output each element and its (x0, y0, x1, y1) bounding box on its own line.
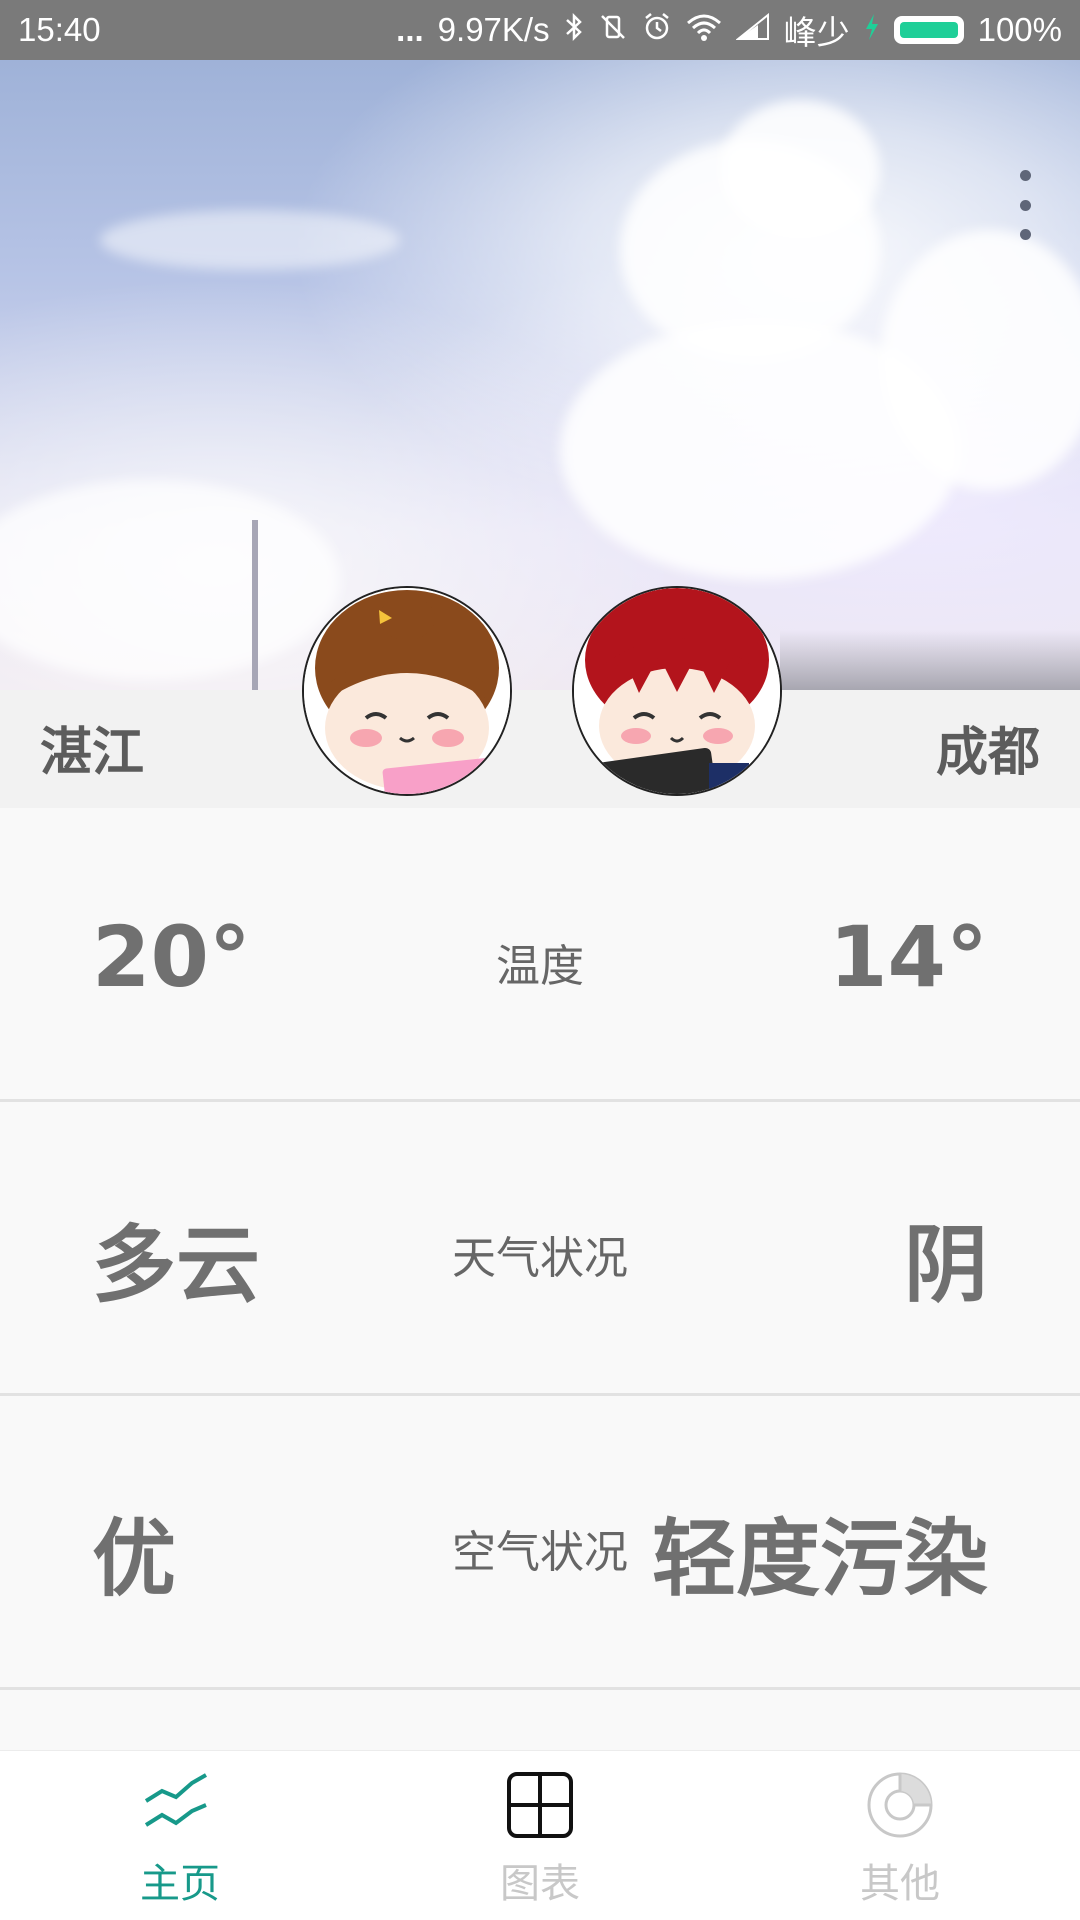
air-quality-label: 空气状况 (452, 1527, 628, 1578)
charging-bolt-icon (864, 13, 880, 47)
tab-other-label: 其他 (860, 1861, 940, 1907)
battery-icon (893, 16, 964, 44)
trend-lines-icon (144, 1773, 207, 1827)
tab-home[interactable]: 主页 (0, 1751, 360, 1920)
status-icons: ... 9.97K/s 峰少 100% (396, 6, 1062, 54)
right-weather: 阴 (903, 1216, 988, 1314)
right-temperature: 14° (829, 908, 988, 1006)
carrier-label: 峰少 (783, 14, 850, 51)
boy-avatar[interactable] (572, 586, 782, 796)
tab-other[interactable]: 其他 (720, 1751, 1080, 1920)
girl-avatar[interactable] (302, 586, 512, 796)
grid-icon (507, 1772, 573, 1838)
wifi-icon (686, 12, 722, 48)
status-bar: 15:40 ... 9.97K/s 峰少 100% (0, 0, 1080, 60)
air-quality-row: 优 空气状况 轻度污染 (0, 1396, 1080, 1690)
grass-silhouette (780, 630, 1080, 690)
tab-home-label: 主页 (140, 1861, 220, 1907)
more-options-button[interactable] (1010, 170, 1040, 240)
bottom-navigation: 主页 图表 其他 (0, 1750, 1080, 1920)
city-row: 湛江 成都 (0, 690, 1080, 808)
bluetooth-icon (564, 12, 584, 48)
temperature-row: 20° 温度 14° (0, 808, 1080, 1102)
city-right-label[interactable]: 成都 (936, 710, 1040, 785)
sky-background-image (0, 60, 1080, 690)
network-speed: 9.97K/s (437, 11, 550, 48)
left-temperature: 20° (92, 908, 251, 1006)
tower-silhouette (252, 520, 258, 690)
signal-icon (734, 12, 770, 47)
more-vertical-icon (1019, 170, 1031, 181)
tab-charts-label: 图表 (500, 1861, 580, 1907)
battery-level: 100% (977, 11, 1062, 48)
weather-label: 天气状况 (452, 1233, 628, 1284)
alarm-icon (642, 12, 672, 48)
weather-row: 多云 天气状况 阴 (0, 1102, 1080, 1396)
app-screen: 15:40 ... 9.97K/s 峰少 100% 湛江 成都 20° 温度 1… (0, 0, 1080, 1920)
notification-dots: ... (396, 11, 424, 48)
vibrate-off-icon (598, 12, 628, 48)
empty-row (0, 1690, 1080, 1750)
tab-charts[interactable]: 图表 (360, 1751, 720, 1920)
right-air-quality: 轻度污染 (651, 1510, 988, 1608)
city-left-label[interactable]: 湛江 (40, 710, 144, 785)
left-air-quality: 优 (92, 1510, 177, 1608)
temperature-label: 温度 (496, 941, 584, 992)
left-weather: 多云 (92, 1216, 261, 1314)
status-time: 15:40 (18, 11, 101, 48)
pie-chart-icon (867, 1772, 933, 1838)
